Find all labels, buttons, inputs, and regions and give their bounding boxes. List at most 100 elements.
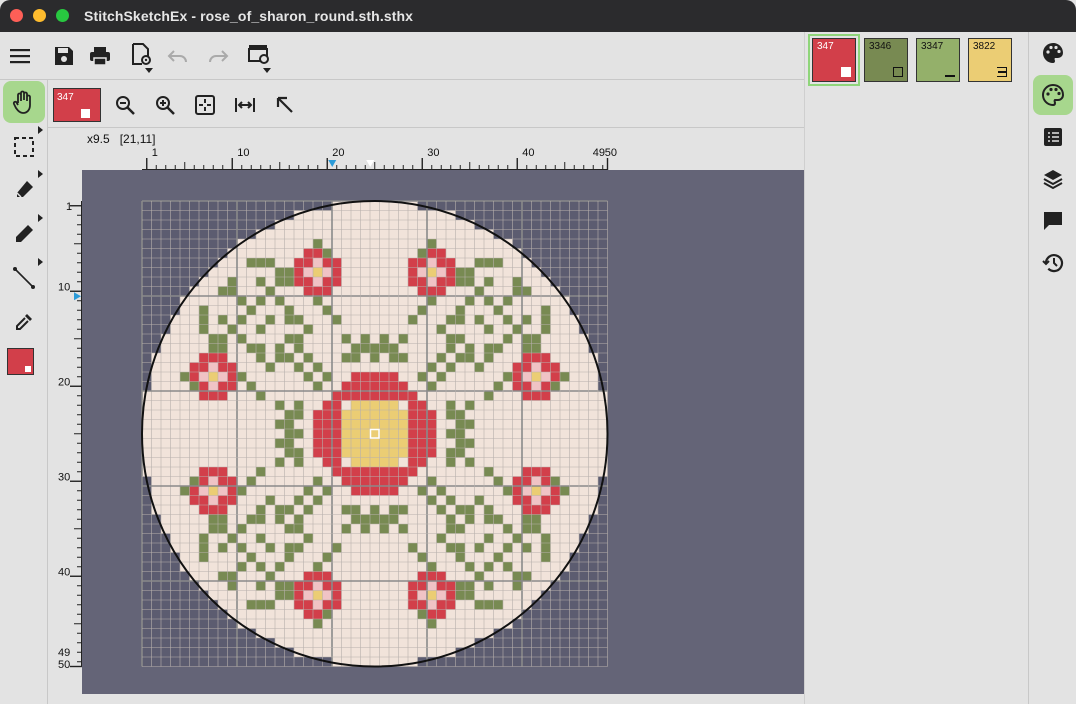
palette-swatch-3346[interactable]: 3346 bbox=[864, 38, 908, 82]
stitch-cell bbox=[446, 533, 456, 543]
stitch-cell bbox=[389, 277, 399, 287]
stitch-cell bbox=[237, 334, 247, 344]
stitch-cell bbox=[351, 410, 361, 420]
list-icon[interactable] bbox=[1038, 122, 1068, 152]
stitch-cell bbox=[256, 248, 266, 258]
stitch-cell bbox=[474, 457, 484, 467]
pointer-icon[interactable] bbox=[272, 92, 298, 118]
stitch-cell bbox=[227, 581, 237, 591]
stitch-cell bbox=[351, 524, 361, 534]
stitch-cell bbox=[360, 533, 370, 543]
stitch-cell bbox=[503, 524, 513, 534]
stitch-cell bbox=[389, 438, 399, 448]
stitch-cell bbox=[275, 239, 285, 249]
zoom-window-button[interactable] bbox=[56, 9, 69, 22]
stitch-cell bbox=[208, 296, 218, 306]
stitch-cell bbox=[579, 448, 589, 458]
stitch-cell bbox=[569, 476, 579, 486]
pencil-icon[interactable] bbox=[10, 220, 38, 248]
close-window-button[interactable] bbox=[10, 9, 23, 22]
select-tool-caret[interactable] bbox=[38, 126, 43, 134]
stitch-cell bbox=[351, 429, 361, 439]
stitch-cell bbox=[265, 571, 275, 581]
ruler-label: 50 bbox=[605, 147, 617, 159]
stitch-cell bbox=[512, 571, 522, 581]
fit-icon[interactable] bbox=[192, 92, 218, 118]
stitch-cell bbox=[522, 334, 532, 344]
current-color-swatch[interactable]: 347 bbox=[53, 88, 101, 122]
stitch-cell bbox=[351, 305, 361, 315]
stitch-cell bbox=[417, 552, 427, 562]
document-settings-icon[interactable] bbox=[127, 40, 155, 68]
pattern-grid[interactable] bbox=[82, 170, 804, 694]
palette-swatch-3347[interactable]: 3347 bbox=[916, 38, 960, 82]
stitch-cell bbox=[294, 277, 304, 287]
stitch-cell bbox=[208, 514, 218, 524]
stitch-cell bbox=[180, 419, 190, 429]
pencil-tool-caret[interactable] bbox=[38, 214, 43, 222]
stitch-cell bbox=[170, 514, 180, 524]
zoom-in-icon[interactable] bbox=[152, 92, 178, 118]
stitch-cell bbox=[379, 296, 389, 306]
stitch-cell bbox=[351, 277, 361, 287]
stitch-cell bbox=[427, 590, 437, 600]
stitch-cell bbox=[322, 571, 332, 581]
palette-swatch-3822[interactable]: 3822 bbox=[968, 38, 1012, 82]
palette-active-button[interactable] bbox=[1033, 75, 1073, 115]
stitch-cell bbox=[218, 419, 228, 429]
line-tool-icon[interactable] bbox=[10, 264, 38, 292]
history-icon[interactable] bbox=[1038, 248, 1068, 278]
save-icon[interactable] bbox=[50, 42, 78, 70]
hand-tool-button[interactable] bbox=[3, 81, 45, 123]
stitch-cell bbox=[294, 220, 304, 230]
eraser-icon[interactable] bbox=[10, 176, 38, 204]
stitch-cell bbox=[484, 381, 494, 391]
layers-icon[interactable] bbox=[1038, 164, 1068, 194]
eraser-tool-caret[interactable] bbox=[38, 170, 43, 178]
stitch-cell bbox=[313, 362, 323, 372]
film-settings-dropdown-caret[interactable] bbox=[263, 68, 271, 73]
stitch-cell bbox=[436, 562, 446, 572]
document-settings-dropdown-caret[interactable] bbox=[145, 68, 153, 73]
stitch-cell bbox=[332, 343, 342, 353]
print-icon[interactable] bbox=[86, 42, 114, 70]
film-settings-icon[interactable] bbox=[245, 40, 273, 68]
eyedropper-icon[interactable] bbox=[10, 308, 38, 336]
stitch-cell bbox=[227, 296, 237, 306]
stitch-cell bbox=[170, 495, 180, 505]
palette-swatch-347[interactable]: 347 bbox=[808, 34, 860, 86]
stitch-cell bbox=[275, 429, 285, 439]
stitch-cell bbox=[341, 552, 351, 562]
stitch-cell bbox=[474, 343, 484, 353]
stitch-cell bbox=[351, 609, 361, 619]
pattern-canvas[interactable] bbox=[82, 170, 804, 694]
stitch-cell bbox=[455, 533, 465, 543]
select-rect-icon[interactable] bbox=[10, 133, 38, 161]
stitch-cell bbox=[218, 486, 228, 496]
stitch-cell bbox=[474, 514, 484, 524]
stitch-cell bbox=[218, 381, 228, 391]
comment-icon[interactable] bbox=[1038, 206, 1068, 236]
fit-width-icon[interactable] bbox=[232, 92, 258, 118]
stitch-cell bbox=[237, 315, 247, 325]
active-color-swatch[interactable] bbox=[7, 348, 34, 375]
stitch-cell bbox=[560, 400, 570, 410]
stitch-cell bbox=[322, 381, 332, 391]
stitch-cell bbox=[398, 381, 408, 391]
redo-icon[interactable] bbox=[204, 42, 232, 70]
stitch-cell bbox=[256, 533, 266, 543]
menu-icon[interactable] bbox=[6, 42, 34, 70]
minimize-window-button[interactable] bbox=[33, 9, 46, 22]
stitch-cell bbox=[541, 343, 551, 353]
stitch-cell bbox=[303, 286, 313, 296]
stitch-cell bbox=[151, 438, 161, 448]
stitch-cell bbox=[189, 476, 199, 486]
stitch-cell bbox=[389, 609, 399, 619]
stitch-cell bbox=[360, 372, 370, 382]
line-tool-caret[interactable] bbox=[38, 258, 43, 266]
stitch-cell bbox=[284, 400, 294, 410]
stitch-cell bbox=[227, 258, 237, 268]
zoom-out-icon[interactable] bbox=[112, 92, 138, 118]
palette-icon[interactable] bbox=[1038, 38, 1068, 68]
undo-icon[interactable] bbox=[164, 42, 192, 70]
